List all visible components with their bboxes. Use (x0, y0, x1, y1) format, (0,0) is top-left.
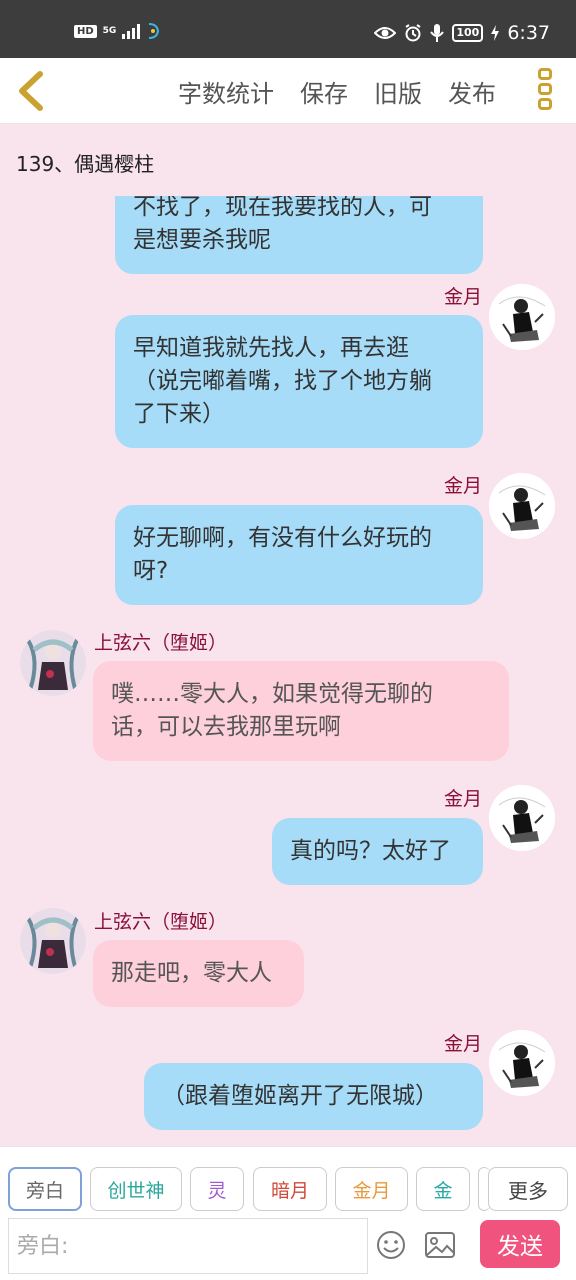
chat-area[interactable]: 不找了，现在我要找的人，可 是想要杀我呢 金月 早知道我就先找人，再去逛 （说完… (0, 124, 576, 1146)
network-indicators: HD 5G (74, 22, 162, 40)
alarm-icon (405, 24, 421, 42)
character-portrait (489, 473, 555, 539)
character-chip-ling[interactable]: 灵 (190, 1167, 244, 1211)
charging-icon (491, 25, 500, 41)
message-sender: 金月 (443, 1033, 482, 1055)
character-chip-jinyue[interactable]: 金月 (335, 1167, 408, 1211)
avatar-jinyue[interactable] (489, 1030, 555, 1096)
publish-button[interactable]: 发布 (448, 74, 496, 109)
message-bubble[interactable]: 那走吧，零大人 (93, 940, 304, 1007)
character-chip-narrator[interactable]: 旁白 (8, 1167, 82, 1211)
message-input[interactable] (8, 1218, 368, 1274)
more-vertical-icon[interactable] (534, 68, 556, 116)
battery-icon: 100 (452, 24, 484, 42)
5g-badge: 5G (102, 25, 117, 36)
character-selector: 旁白 创世神 灵 暗月 金月 金 更多 (0, 1146, 576, 1212)
chevron-left-icon[interactable] (12, 68, 52, 114)
character-portrait (489, 785, 555, 851)
message-line: 真的吗？太好了 (290, 838, 451, 864)
message-line: 那走吧，零大人 (111, 960, 272, 986)
clock: 6:37 (507, 22, 550, 44)
chapter-header: 139、偶遇樱柱 (0, 124, 576, 196)
app-header: 字数统计 保存 旧版 发布 (0, 58, 576, 124)
word-count-button[interactable]: 字数统计 (178, 74, 274, 109)
message-bubble[interactable]: 噗……零大人，如果觉得无聊的 话，可以去我那里玩啊 (93, 661, 509, 761)
header-actions: 字数统计 保存 旧版 发布 (178, 74, 496, 109)
status-bar: HD 5G 100 6:37 (0, 0, 576, 58)
message-bubble[interactable]: （跟着堕姬离开了无限城） (144, 1063, 483, 1130)
signal-icon (122, 23, 141, 39)
message-bubble[interactable]: 真的吗？太好了 (272, 818, 483, 885)
message-sender: 上弦六（堕姬） (94, 911, 228, 933)
message-line: 是想要杀我呢 (133, 227, 271, 253)
chapter-title: 139、偶遇樱柱 (16, 152, 155, 176)
message-line: 噗……零大人，如果觉得无聊的 (111, 681, 433, 707)
message-line: （说完嘟着嘴，找了个地方躺 (133, 368, 432, 394)
eye-icon (374, 27, 397, 39)
save-button[interactable]: 保存 (300, 74, 348, 109)
character-chip-creator[interactable]: 创世神 (90, 1167, 182, 1211)
message-sender: 金月 (443, 475, 482, 497)
character-chip-jin[interactable]: 金 (416, 1167, 470, 1211)
character-chip-anyue[interactable]: 暗月 (253, 1167, 327, 1211)
more-characters-button[interactable]: 更多 (488, 1167, 568, 1211)
avatar-jinyue[interactable] (489, 284, 555, 350)
character-portrait (20, 908, 86, 974)
message-bubble[interactable]: 早知道我就先找人，再去逛 （说完嘟着嘴，找了个地方躺 了下来） (115, 315, 483, 448)
avatar-jinyue[interactable] (489, 473, 555, 539)
character-portrait (489, 1030, 555, 1096)
hd-badge: HD (74, 24, 97, 38)
character-portrait (489, 284, 555, 350)
message-sender: 金月 (443, 788, 482, 810)
microphone-icon (430, 24, 445, 42)
avatar-daki[interactable] (20, 908, 86, 974)
system-indicators: 100 6:37 (374, 22, 550, 44)
avatar-daki[interactable] (20, 630, 86, 696)
message-line: 呀? (133, 558, 169, 584)
avatar-jinyue[interactable] (489, 785, 555, 851)
old-version-button[interactable]: 旧版 (374, 74, 422, 109)
message-bubble[interactable]: 好无聊啊，有没有什么好玩的 呀? (115, 505, 483, 605)
character-portrait (20, 630, 86, 696)
input-bar: 发送 (0, 1212, 576, 1280)
message-line: 话，可以去我那里玩啊 (111, 714, 341, 740)
message-line: 了下来） (133, 401, 225, 427)
emoji-icon[interactable] (376, 1230, 406, 1260)
message-line: （跟着堕姬离开了无限城） (162, 1083, 438, 1109)
send-button[interactable]: 发送 (480, 1220, 560, 1268)
message-line: 好无聊啊，有没有什么好玩的 (133, 525, 432, 551)
wifi-call-icon (149, 23, 160, 39)
message-sender: 金月 (443, 286, 482, 308)
image-icon[interactable] (424, 1230, 456, 1260)
message-line: 早知道我就先找人，再去逛 (133, 335, 409, 361)
message-sender: 上弦六（堕姬） (94, 632, 228, 654)
